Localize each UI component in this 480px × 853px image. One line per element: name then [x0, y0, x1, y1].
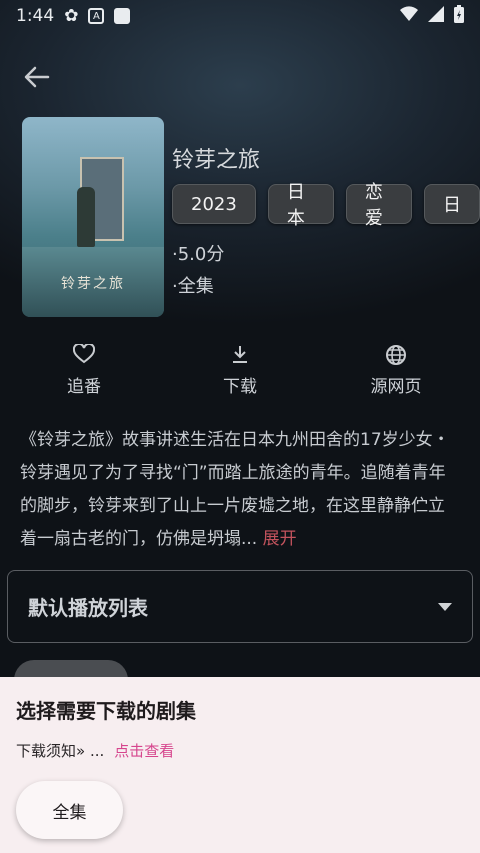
tag-more[interactable]: 日: [424, 184, 480, 224]
rating-text: ·5.0分: [172, 244, 225, 265]
heart-icon: [29, 344, 139, 368]
status-bar: 1:44 ✿ A: [0, 0, 480, 32]
download-notice: 下载须知» ... 点击查看: [16, 740, 174, 761]
wifi-icon: [400, 5, 418, 27]
episode-chip-all[interactable]: 全集: [16, 781, 123, 839]
follow-button[interactable]: 追番: [29, 344, 139, 397]
source-web-label: 源网页: [370, 377, 422, 397]
playlist-label: 默认播放列表: [28, 596, 148, 620]
expand-link[interactable]: 展开: [263, 529, 297, 549]
poster-image: 铃芽之旅: [22, 117, 164, 317]
poster-title-text: 铃芽之旅: [61, 276, 125, 292]
download-bottom-sheet: 选择需要下载的剧集 下载须知» ... 点击查看 全集: [0, 677, 480, 853]
back-button[interactable]: [22, 62, 52, 92]
battery-icon: [454, 4, 464, 28]
playlist-select[interactable]: 默认播放列表: [7, 570, 473, 643]
tag-list: 2023 日本 恋爱 日: [172, 182, 480, 229]
notification-icon: A: [88, 8, 105, 24]
action-bar: 追番 下载 源网页: [0, 344, 480, 404]
notice-text: 下载须知» ...: [16, 742, 105, 760]
notification-letter: A: [93, 10, 100, 22]
download-label: 下载: [223, 377, 257, 397]
square-icon: [114, 8, 131, 24]
description: 《铃芽之旅》故事讲述生活在日本九州田舍的17岁少女・铃芽遇见了为了寻找“门”而踏…: [20, 424, 460, 556]
download-button[interactable]: 下载: [185, 344, 295, 397]
description-text: 《铃芽之旅》故事讲述生活在日本九州田舍的17岁少女・铃芽遇见了为了寻找“门”而踏…: [20, 430, 450, 549]
download-icon: [185, 344, 295, 368]
poster-figure: [77, 187, 95, 247]
notice-link[interactable]: 点击查看: [114, 742, 174, 760]
tag-year[interactable]: 2023: [172, 184, 256, 224]
source-web-button[interactable]: 源网页: [341, 344, 451, 397]
episodes-text: ·全集: [172, 276, 214, 297]
page-title: 铃芽之旅: [172, 148, 261, 173]
arrow-left-icon: [24, 66, 50, 88]
signal-icon: [428, 5, 444, 27]
chevron-down-icon: [438, 602, 452, 611]
follow-label: 追番: [67, 377, 101, 397]
tag-region[interactable]: 日本: [267, 182, 334, 229]
globe-icon: [341, 344, 451, 368]
fan-icon: ✿: [64, 6, 79, 26]
tag-genre[interactable]: 恋爱: [345, 182, 412, 229]
status-time: 1:44: [16, 6, 55, 26]
sheet-title: 选择需要下载的剧集: [16, 699, 196, 723]
